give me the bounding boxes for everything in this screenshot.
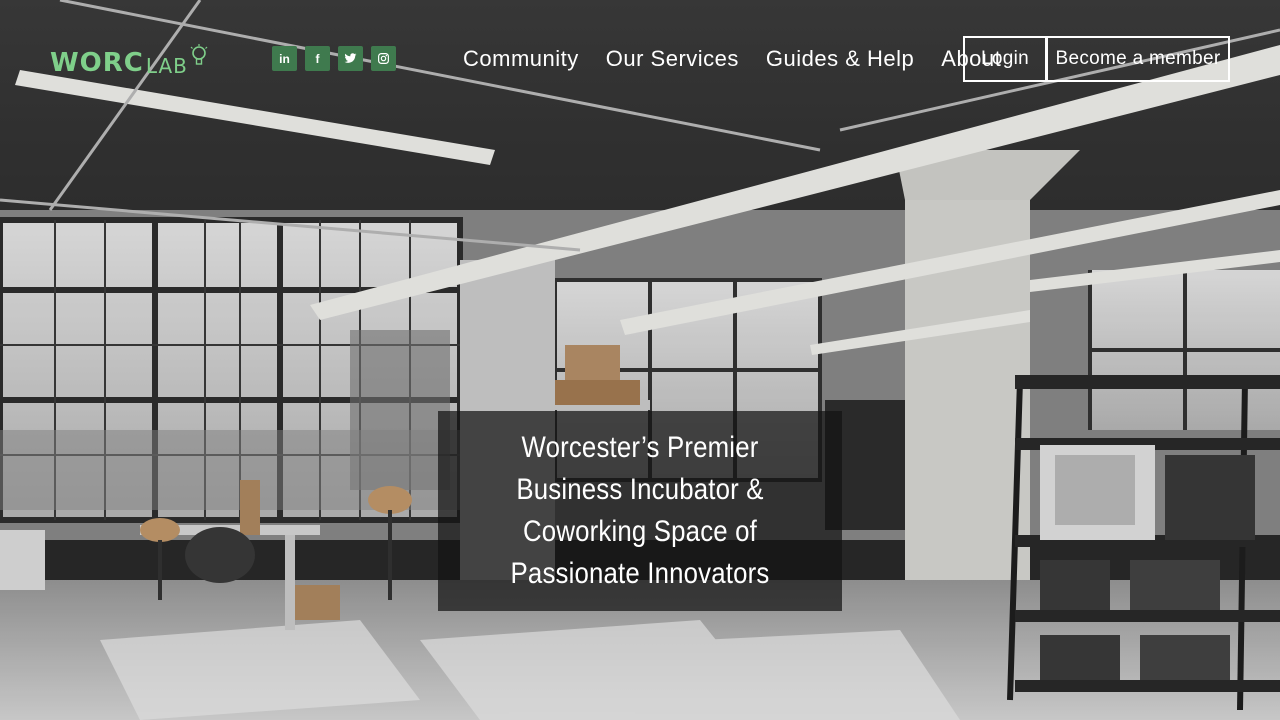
headline-line: Worcester’s Premier <box>521 431 759 464</box>
facebook-icon[interactable]: f <box>305 46 330 71</box>
linkedin-icon[interactable]: in <box>272 46 297 71</box>
nav-our-services[interactable]: Our Services <box>606 45 739 73</box>
header-actions: Login Become a member <box>963 36 1230 82</box>
site-logo[interactable]: WORC LAB <box>50 44 208 76</box>
lightbulb-icon <box>190 44 208 65</box>
twitter-bird-glyph <box>344 53 357 63</box>
headline-line: Business Incubator & <box>516 473 764 506</box>
nav-guides-help[interactable]: Guides & Help <box>766 45 914 73</box>
main-nav: Community Our Services Guides & Help Abo… <box>463 45 1028 73</box>
instagram-camera-glyph <box>378 53 389 64</box>
social-links: in f <box>272 46 396 71</box>
nav-community[interactable]: Community <box>463 45 579 73</box>
linkedin-label: in <box>279 51 290 66</box>
hero-headline: Worcester’s Premier Business Incubator &… <box>494 427 786 595</box>
headline-line: Passionate Innovators <box>510 557 770 590</box>
become-member-button[interactable]: Become a member <box>1046 36 1230 82</box>
hero-headline-box: Worcester’s Premier Business Incubator &… <box>438 411 842 611</box>
instagram-icon[interactable] <box>371 46 396 71</box>
twitter-icon[interactable] <box>338 46 363 71</box>
facebook-label: f <box>315 51 320 66</box>
headline-line: Coworking Space of <box>522 515 757 548</box>
site-header: WORC LAB in f Community Our Services Gui… <box>0 0 1280 110</box>
logo-wordmark: WORC <box>50 48 144 78</box>
login-button[interactable]: Login <box>963 36 1047 82</box>
logo-wordmark-suffix: LAB <box>145 54 188 78</box>
